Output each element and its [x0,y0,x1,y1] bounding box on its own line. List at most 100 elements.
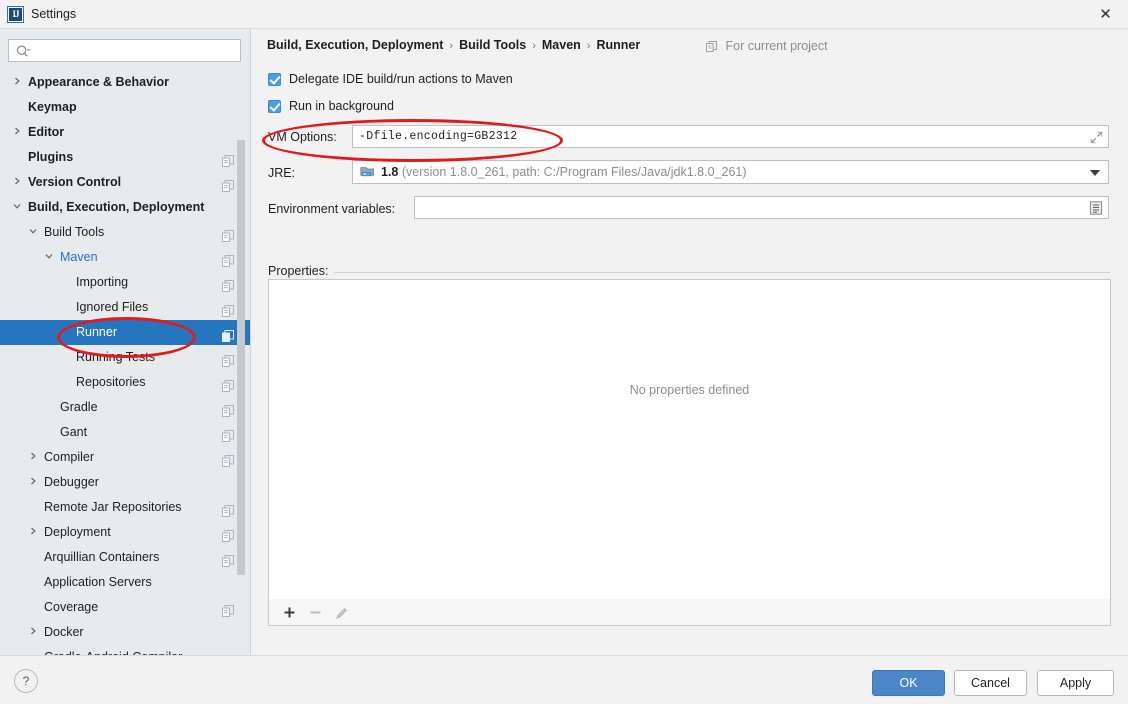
jre-folder-icon [360,167,374,177]
search-input[interactable] [35,43,230,59]
properties-table[interactable]: No properties defined [268,279,1111,619]
sidebar-item-label: Maven [60,250,98,264]
breadcrumb-item-3[interactable]: Maven [542,38,581,52]
sidebar-item-version-control[interactable]: Version Control [0,170,250,195]
settings-content-panel: Build, Execution, Deployment › Build Tools… [251,29,1128,655]
copy-icon [222,401,234,417]
expand-diagonal-icon[interactable] [1088,129,1104,145]
settings-tree[interactable]: Appearance & Behavior Keymap Editor Plugins… [0,70,250,655]
close-icon[interactable]: ✕ [1083,0,1128,28]
for-current-project-label: For current project [706,39,828,53]
breadcrumb-item-1[interactable]: Build, Execution, Deployment [267,38,443,52]
sidebar-scrollbar[interactable] [236,70,246,655]
properties-section-label: Properties: [268,264,335,278]
copy-icon [222,251,234,267]
sidebar-item-label: Compiler [44,450,95,464]
breadcrumb-separator: › [532,40,536,52]
sidebar-item-keymap[interactable]: Keymap [0,95,250,120]
sidebar-item-running-tests[interactable]: Running Tests [0,345,250,370]
help-button[interactable]: ? [14,669,38,693]
jre-combobox[interactable]: 1.8 (version 1.8.0_261, path: C:/Program… [352,160,1109,184]
sidebar-item-compiler[interactable]: Compiler [0,445,250,470]
sidebar-item-label: Runner [76,325,117,339]
copy-icon [222,551,234,567]
chevron-right-icon[interactable] [26,620,40,645]
sidebar-item-plugins[interactable]: Plugins [0,145,250,170]
sidebar-item-label: Version Control [28,175,122,189]
sidebar-item-ignored-files[interactable]: Ignored Files [0,295,250,320]
sidebar-item-editor[interactable]: Editor [0,120,250,145]
sidebar-item-build-execution-deployment[interactable]: Build, Execution, Deployment [0,195,250,220]
list-editor-icon[interactable] [1088,200,1104,216]
run-in-background-label: Run in background [289,99,394,113]
breadcrumb-item-4[interactable]: Runner [596,38,640,52]
intellij-idea-icon: IJ [8,7,23,22]
environment-variables-field[interactable] [414,196,1109,219]
copy-icon [222,276,234,292]
chevron-down-icon[interactable] [10,195,24,220]
sidebar-item-label: Gradle-Android Compiler [44,645,182,655]
chevron-right-icon[interactable] [26,445,40,470]
title-bar: IJ Settings ✕ [0,0,1128,29]
remove-property-button[interactable] [306,603,325,622]
breadcrumb-separator: › [586,40,591,52]
sidebar-item-repositories[interactable]: Repositories [0,370,250,395]
sidebar-item-gradle[interactable]: Gradle [0,395,250,420]
sidebar-item-importing[interactable]: Importing [0,270,250,295]
sidebar-item-build-tools[interactable]: Build Tools [0,220,250,245]
sidebar-item-label: Deployment [44,525,111,539]
chevron-right-icon[interactable] [10,70,24,95]
sidebar-item-label: Application Servers [44,575,152,589]
copy-icon [222,351,234,367]
sidebar-item-arquillian-containers[interactable]: Arquillian Containers [0,545,250,570]
sidebar-item-runner[interactable]: Runner [0,320,250,345]
add-property-button[interactable] [280,603,299,622]
copy-icon [222,376,234,392]
window-title: Settings [31,7,77,21]
sidebar-item-docker[interactable]: Docker [0,620,250,645]
sidebar-item-coverage[interactable]: Coverage [0,595,250,620]
run-in-background-checkbox[interactable] [268,100,281,113]
chevron-down-icon[interactable] [1090,170,1100,176]
sidebar-item-gant[interactable]: Gant [0,420,250,445]
delegate-to-maven-label: Delegate IDE build/run actions to Maven [289,72,513,86]
apply-button[interactable]: Apply [1037,670,1114,696]
copy-icon [222,501,234,517]
ok-button[interactable]: OK [872,670,945,696]
sidebar-item-label: Repositories [76,375,146,389]
sidebar-item-application-servers[interactable]: Application Servers [0,570,250,595]
for-current-project-text: For current project [725,39,828,53]
chevron-right-icon[interactable] [26,470,40,495]
jre-value: 1.8 (version 1.8.0_261, path: C:/Program… [381,165,747,179]
sidebar-item-label: Debugger [44,475,99,489]
chevron-down-icon[interactable] [42,245,56,270]
sidebar-item-gradle-android-compiler[interactable]: Gradle-Android Compiler [0,645,250,655]
sidebar-item-appearance-behavior[interactable]: Appearance & Behavior [0,70,250,95]
delegate-to-maven-checkbox[interactable] [268,73,281,86]
cancel-button[interactable]: Cancel [954,670,1027,696]
sidebar-item-label: Coverage [44,600,99,614]
chevron-right-icon[interactable] [10,170,24,195]
dialog-footer: ? OK Cancel Apply [0,655,1128,704]
sidebar-item-label: Editor [28,125,65,139]
edit-property-button[interactable] [332,603,351,622]
sidebar-item-debugger[interactable]: Debugger [0,470,250,495]
copy-icon [222,601,234,617]
chevron-right-icon[interactable] [26,520,40,545]
copy-icon [222,301,234,317]
sidebar-item-deployment[interactable]: Deployment [0,520,250,545]
chevron-right-icon[interactable] [10,120,24,145]
breadcrumb: Build, Execution, Deployment › Build Tools… [267,38,640,52]
sidebar-item-remote-jar-repositories[interactable]: Remote Jar Repositories [0,495,250,520]
vm-options-value: -Dfile.encoding=GB2312 [359,130,518,143]
vm-options-field[interactable]: -Dfile.encoding=GB2312 [352,125,1109,148]
breadcrumb-item-2[interactable]: Build Tools [459,38,526,52]
sidebar-item-maven[interactable]: Maven [0,245,250,270]
chevron-down-icon[interactable] [26,220,40,245]
jre-detail: (version 1.8.0_261, path: C:/Program Fil… [401,165,747,179]
sidebar-scrollbar-thumb[interactable] [237,140,245,575]
copy-icon [222,426,234,442]
jre-label: JRE: [268,166,296,180]
search-box[interactable] [8,39,241,62]
copy-icon [222,226,234,242]
